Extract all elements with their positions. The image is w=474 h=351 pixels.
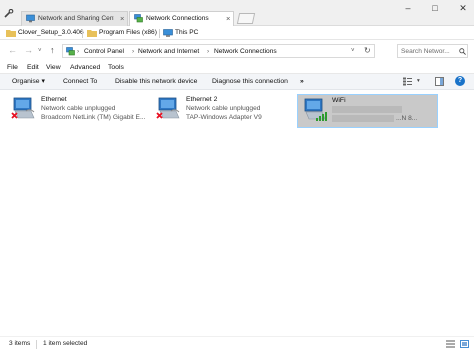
new-tab-button[interactable] (236, 13, 256, 24)
tab-label: Network Connections (146, 15, 209, 22)
connection-item-ethernet[interactable]: Ethernet Network cable unplugged Broadco… (7, 94, 149, 128)
favourite-separator (159, 29, 160, 38)
connection-device: ...N 8... (396, 115, 418, 122)
preview-pane-icon[interactable] (435, 77, 444, 86)
menu-file[interactable]: File (7, 62, 18, 73)
maximize-button[interactable]: □ (428, 3, 442, 15)
up-button[interactable]: ↑ (50, 45, 55, 55)
recent-locations-button[interactable]: ˅ (38, 46, 42, 56)
menu-view[interactable]: View (46, 62, 61, 73)
address-dropdown-button[interactable]: ˅ (351, 46, 355, 57)
connection-name: WiFi (332, 97, 346, 104)
computer-icon (163, 29, 173, 37)
folder-icon (6, 30, 16, 37)
breadcrumb-separator[interactable]: › (207, 46, 209, 57)
favourites-bar: Clover_Setup_3.0.406 Program Files (x86)… (0, 27, 474, 40)
favourite-this-pc[interactable]: This PC (162, 27, 198, 40)
tab-network-connections[interactable]: Network Connections × (129, 11, 234, 26)
favourite-label: Program Files (x86) (99, 29, 157, 36)
help-button[interactable]: ? (455, 76, 465, 86)
wrench-icon[interactable] (4, 9, 14, 18)
selection-count: 1 item selected (43, 340, 88, 347)
connection-status: Network cable unplugged (186, 105, 261, 112)
menu-tools[interactable]: Tools (108, 62, 124, 73)
tab-network-sharing-centre[interactable]: Network and Sharing Centre × (21, 11, 128, 26)
more-commands-button[interactable]: » (300, 76, 304, 87)
wifi-connected-icon (304, 98, 327, 121)
connections-list: Ethernet Network cable unplugged Broadco… (0, 90, 474, 336)
connect-to-button[interactable]: Connect To (63, 76, 97, 87)
disable-device-button[interactable]: Disable this network device (115, 76, 197, 87)
address-bar[interactable]: › Control Panel › Network and Internet ›… (62, 44, 375, 58)
item-count: 3 items (9, 340, 31, 347)
diagnose-connection-button[interactable]: Diagnose this connection (212, 76, 288, 87)
breadcrumb-separator[interactable]: › (77, 46, 79, 57)
ethernet-disconnected-icon (156, 97, 180, 119)
status-separator (36, 340, 37, 349)
connection-name: Ethernet (41, 96, 67, 103)
favourite-program-files-x86[interactable]: Program Files (x86) (86, 27, 157, 40)
breadcrumb-network-and-internet[interactable]: Network and Internet (138, 46, 199, 57)
redacted-adapter-name (332, 115, 394, 122)
connection-device: TAP-Windows Adapter V9 (186, 114, 262, 121)
control-panel-icon (66, 47, 75, 56)
favourite-separator (82, 29, 83, 38)
connection-item-wifi[interactable]: WiFi ...N 8... (297, 94, 438, 128)
search-placeholder: Search Networ... (401, 48, 450, 55)
change-view-icon[interactable] (403, 77, 412, 86)
favourite-label: Clover_Setup_3.0.406 (18, 29, 84, 36)
search-input[interactable]: Search Networ... (397, 44, 468, 58)
explorer-window: Network and Sharing Centre × Network Con… (0, 0, 474, 351)
connection-status: Network cable unplugged (41, 105, 116, 112)
tab-close-button[interactable]: × (226, 12, 230, 26)
address-row: ← → ˅ ↑ › Control Panel › Network and In… (0, 41, 474, 60)
details-view-icon[interactable] (446, 340, 455, 348)
tab-label: Network and Sharing Centre (38, 15, 114, 22)
connection-device: Broadcom NetLink (TM) Gigabit E... (41, 114, 146, 121)
connection-item-ethernet-2[interactable]: Ethernet 2 Network cable unplugged TAP-W… (152, 94, 295, 128)
search-icon[interactable] (459, 48, 466, 55)
minimize-button[interactable]: – (401, 3, 415, 15)
favourite-label: This PC (175, 29, 199, 36)
command-bar: Organise ▾ Connect To Disable this netwo… (0, 73, 474, 90)
organise-button[interactable]: Organise ▾ (12, 76, 45, 87)
network-center-icon (26, 14, 35, 23)
breadcrumb-control-panel[interactable]: Control Panel (84, 46, 124, 57)
refresh-button[interactable]: ↻ (364, 45, 371, 56)
status-bar: 3 items 1 item selected (0, 336, 474, 351)
forward-button[interactable]: → (24, 45, 33, 55)
network-connections-icon (134, 14, 143, 23)
close-window-button[interactable]: ✕ (456, 3, 470, 15)
redacted-network-name (332, 106, 402, 113)
menu-edit[interactable]: Edit (27, 62, 39, 73)
breadcrumb-separator[interactable]: › (132, 46, 134, 57)
view-options-dropdown[interactable]: ▾ (417, 76, 420, 87)
ethernet-disconnected-icon (11, 97, 35, 119)
tab-close-button[interactable]: × (120, 12, 124, 26)
menu-advanced[interactable]: Advanced (70, 62, 100, 73)
title-bar: Network and Sharing Centre × Network Con… (0, 0, 474, 26)
folder-icon (87, 30, 97, 37)
favourite-clover-setup[interactable]: Clover_Setup_3.0.406 (5, 27, 84, 40)
large-icons-view-icon[interactable] (460, 340, 469, 348)
back-button[interactable]: ← (8, 45, 17, 55)
breadcrumb-network-connections[interactable]: Network Connections (214, 46, 277, 57)
connection-name: Ethernet 2 (186, 96, 218, 103)
